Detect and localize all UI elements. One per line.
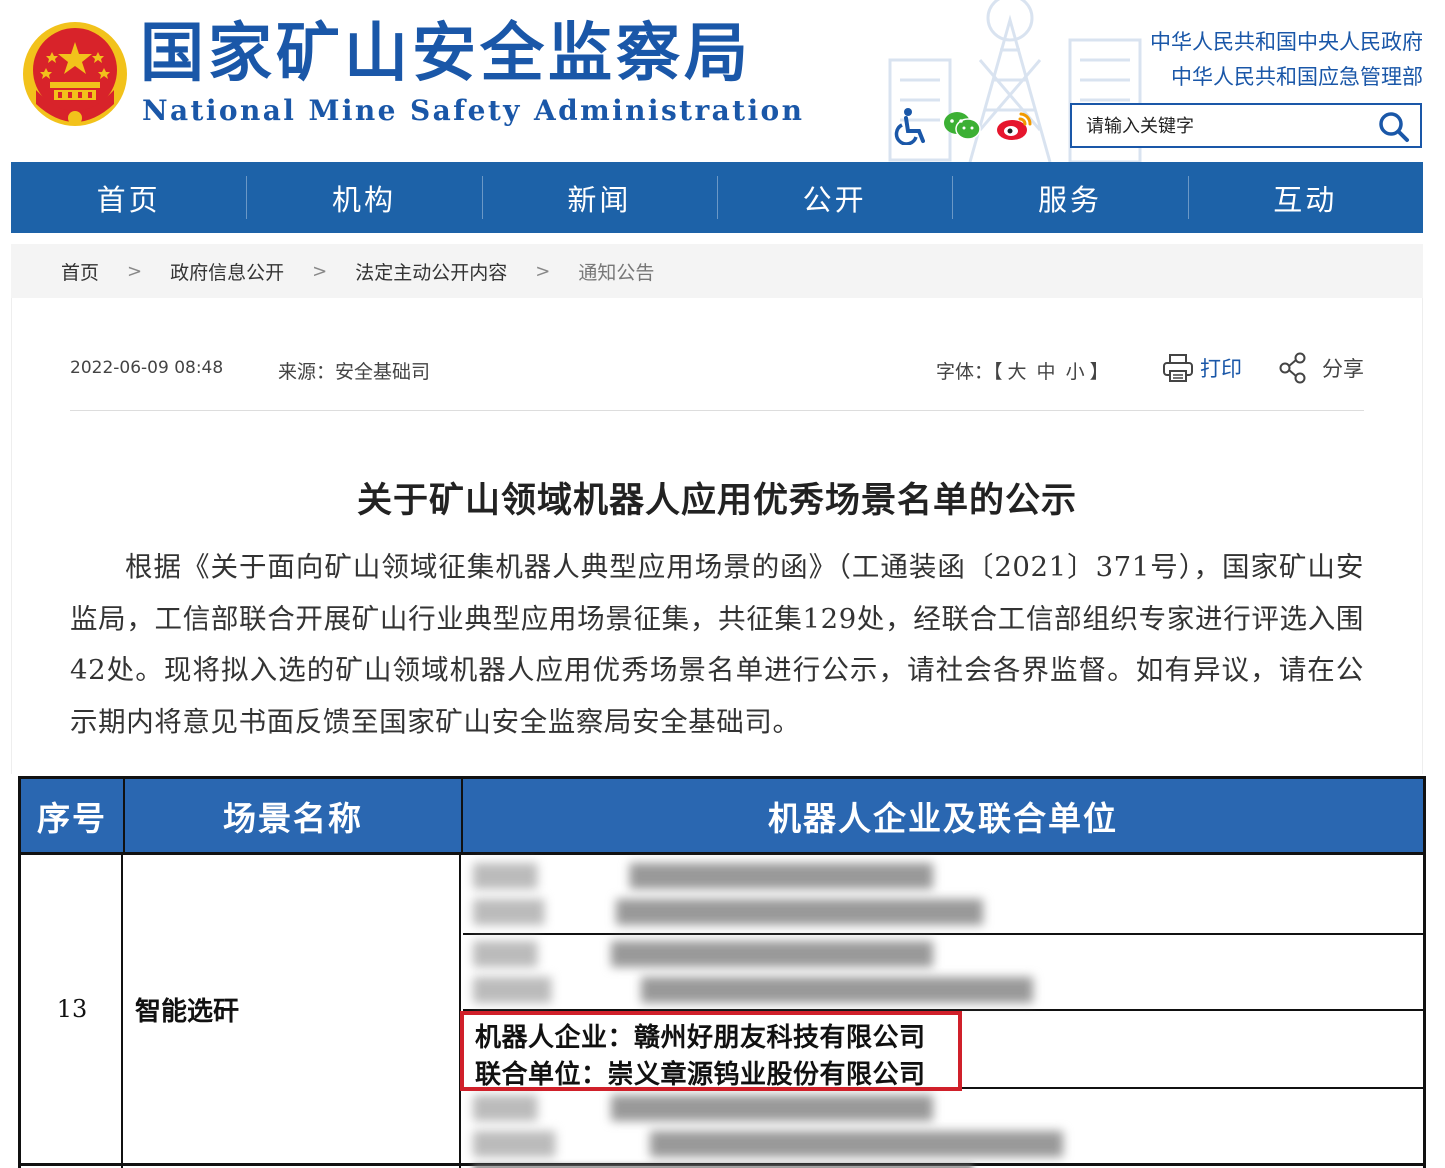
site-subtitle: National Mine Safety Administration — [142, 94, 805, 127]
breadcrumb-current: 通知公告 — [578, 261, 655, 284]
search-input[interactable] — [1086, 112, 1366, 140]
column-header-company: 机器人企业及联合单位 — [461, 779, 1423, 852]
breadcrumb: 首页 > 政府信息公开 > 法定主动公开内容 > 通知公告 — [11, 244, 1423, 298]
column-divider — [459, 855, 461, 1168]
wechat-icon[interactable] — [942, 106, 982, 146]
breadcrumb-statutory[interactable]: 法定主动公开内容 — [355, 258, 507, 285]
site-title: 国家矿山安全监察局 — [140, 16, 752, 91]
breadcrumb-separator: > — [312, 260, 328, 282]
highlighted-entry: 机器人企业：赣州好朋友科技有限公司 联合单位：崇义章源钨业股份有限公司 — [463, 1011, 1423, 1090]
nav-item-organization[interactable]: 机构 — [246, 162, 481, 233]
font-size-bracket-close: 】 — [1089, 361, 1109, 383]
font-size-medium[interactable]: 中 — [1037, 361, 1056, 383]
font-size-small[interactable]: 小 — [1066, 361, 1085, 383]
font-size-selector: 字体：【大中小】 — [936, 357, 1109, 384]
article-source: 来源：安全基础司 — [278, 361, 431, 383]
redacted-text — [473, 863, 933, 889]
breadcrumb-separator: > — [535, 260, 551, 282]
redacted-entry — [463, 1089, 1423, 1163]
scene-list-table: 序号 场景名称 机器人企业及联合单位 13 智能选矸 机器人企业：赣州好朋友科技… — [18, 776, 1426, 1168]
emergency-ministry-link[interactable]: 中华人民共和国应急管理部 — [1171, 61, 1423, 91]
weibo-icon[interactable] — [994, 106, 1034, 146]
article-title: 关于矿山领域机器人应用优秀场景名单的公示 — [356, 480, 1077, 521]
breadcrumb-home[interactable]: 首页 — [61, 258, 99, 285]
font-size-bracket-open: 【 — [993, 361, 1003, 383]
national-emblem-logo — [23, 22, 127, 126]
redacted-text — [473, 941, 933, 967]
redacted-text — [473, 1095, 933, 1121]
redacted-entry — [463, 935, 1423, 1011]
redacted-text — [473, 899, 983, 925]
redacted-entry — [463, 855, 1423, 935]
article-meta: 2022-06-09 08:48 来源：安全基础司 字体：【大中小】 打印 分享 — [70, 350, 1364, 390]
font-size-large[interactable]: 大 — [1008, 361, 1027, 383]
partner-company: 联合单位：崇义章源钨业股份有限公司 — [475, 1060, 926, 1090]
site-header: 国家矿山安全监察局 National Mine Safety Administr… — [0, 0, 1445, 162]
header-icon-bar — [890, 104, 1034, 148]
nav-item-interaction[interactable]: 互动 — [1187, 162, 1423, 233]
nav-item-home[interactable]: 首页 — [11, 162, 246, 233]
share-button[interactable]: 分享 — [1278, 350, 1364, 386]
search-icon[interactable] — [1376, 110, 1412, 144]
row-number: 13 — [56, 995, 88, 1023]
printer-icon — [1163, 354, 1193, 382]
publish-date: 2022-06-09 08:48 — [70, 358, 224, 378]
breadcrumb-gov-info[interactable]: 政府信息公开 — [170, 258, 284, 285]
nav-item-news[interactable]: 新闻 — [481, 162, 717, 233]
article-panel: 2022-06-09 08:48 来源：安全基础司 字体：【大中小】 打印 分享 — [11, 298, 1423, 774]
table-header: 序号 场景名称 机器人企业及联合单位 — [21, 779, 1423, 855]
print-label: 打印 — [1200, 357, 1242, 381]
redacted-text — [473, 1131, 1063, 1157]
font-size-label: 字体： — [936, 361, 994, 383]
redacted-text — [473, 977, 1033, 1003]
breadcrumb-separator: > — [127, 260, 143, 282]
nav-item-public[interactable]: 公开 — [716, 162, 952, 233]
robot-company: 机器人企业：赣州好朋友科技有限公司 — [475, 1023, 926, 1053]
nav-item-service[interactable]: 服务 — [952, 162, 1187, 233]
search-box — [1070, 103, 1422, 148]
share-label: 分享 — [1322, 357, 1364, 381]
accessibility-icon[interactable] — [890, 106, 930, 146]
column-header-number: 序号 — [37, 798, 107, 838]
column-header-scene: 场景名称 — [123, 779, 461, 852]
share-icon — [1279, 352, 1306, 384]
meta-divider — [70, 410, 1364, 411]
main-nav: 首页 机构 新闻 公开 服务 互动 — [11, 162, 1423, 233]
row-scene-name: 智能选矸 — [135, 996, 240, 1027]
central-government-link[interactable]: 中华人民共和国中央人民政府 — [1150, 26, 1423, 56]
article-body: 根据《关于面向矿山领域征集机器人典型应用场景的函》（工通装函〔2021〕371号… — [70, 551, 1364, 738]
print-button[interactable]: 打印 — [1162, 350, 1242, 386]
